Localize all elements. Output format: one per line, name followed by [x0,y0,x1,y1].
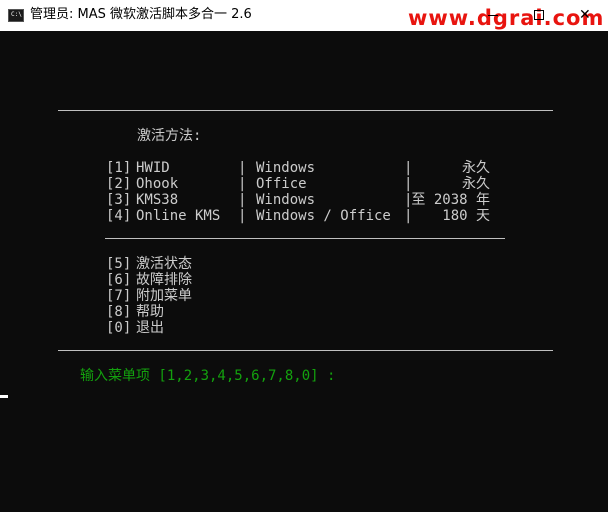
menu-item-name: 附加菜单 [136,288,192,304]
menu-item-name: 故障排除 [136,272,192,288]
menu-item-name: HWID [136,160,170,176]
menu-item-duration: 永久 [462,160,490,176]
menu-item-number: [1] [106,160,132,176]
title-bar[interactable]: C:\ 管理员: MAS 微软激活脚本多合一 2.6 www.dgrai.com… [0,0,608,31]
menu-item-number: [2] [106,176,132,192]
console-area[interactable]: 激活方法: [1] HWID | Windows | 永久 [2] Ohook … [0,31,608,512]
menu-item-name: Online KMS [136,208,221,224]
maximize-icon [534,10,544,20]
minimize-icon [488,15,498,16]
console-icon: C:\ [8,9,24,22]
close-icon: ✕ [579,7,591,23]
menu-heading: 激活方法: [137,128,202,144]
column-separator: | [404,208,413,224]
menu-item-duration: 180 天 [442,208,490,224]
menu-item-number: [7] [106,288,132,304]
menu-item-number: [3] [106,192,132,208]
divider-bottom [58,350,553,351]
column-separator: | [238,160,247,176]
minimize-button[interactable] [470,0,516,31]
column-separator: | [238,192,247,208]
menu-item-edition: Office [256,176,307,192]
menu-item-duration: 至 2038 年 [411,192,490,208]
menu-item-name: 激活状态 [136,256,192,272]
maximize-button[interactable] [516,0,562,31]
menu-item-name: Ohook [136,176,179,192]
column-separator: | [404,176,413,192]
column-separator: | [238,176,247,192]
menu-item-edition: Windows / Office [256,208,391,224]
divider-middle [105,238,505,239]
input-prompt: 输入菜单项 [1,2,3,4,5,6,7,8,0] : [80,368,336,384]
text-cursor[interactable] [0,395,8,398]
menu-item-duration: 永久 [462,176,490,192]
divider-top [58,110,553,111]
menu-item-number: [4] [106,208,132,224]
menu-item-name: KMS38 [136,192,179,208]
close-button[interactable]: ✕ [562,0,608,31]
menu-item-edition: Windows [256,192,316,208]
menu-item-name: 帮助 [136,304,164,320]
menu-item-number: [5] [106,256,132,272]
menu-item-edition: Windows [256,160,316,176]
menu-item-number: [8] [106,304,132,320]
menu-item-number: [0] [106,320,132,336]
window-title: 管理员: MAS 微软激活脚本多合一 2.6 [30,7,252,22]
column-separator: | [238,208,247,224]
menu-item-name: 退出 [136,320,164,336]
column-separator: | [404,160,413,176]
menu-item-number: [6] [106,272,132,288]
